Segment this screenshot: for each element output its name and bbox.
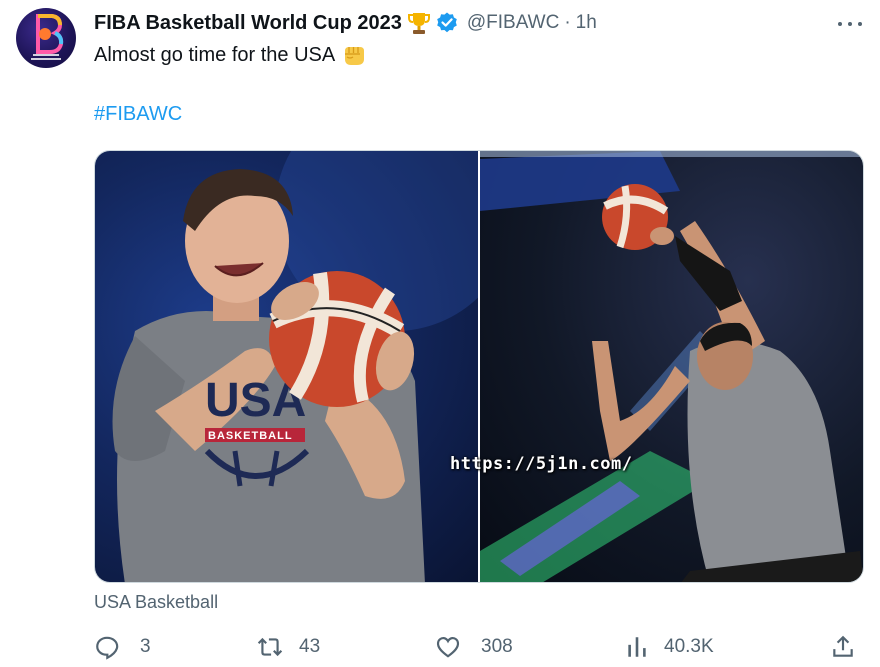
tweet-timestamp[interactable]: 1h — [576, 12, 597, 34]
fiba-world-cup-logo — [31, 14, 64, 60]
share-icon — [833, 635, 853, 657]
player-shooting-image: USA BASKETBALL — [112, 151, 478, 582]
separator-dot: · — [564, 12, 571, 33]
trophy-icon — [407, 13, 430, 34]
views-chart-icon — [628, 637, 646, 657]
author-handle[interactable]: @FIBAWC — [467, 12, 559, 34]
like-button[interactable]: 308 — [435, 632, 513, 662]
retweet-count: 43 — [299, 636, 321, 657]
player-layup-image — [480, 151, 863, 582]
author-avatar[interactable] — [16, 8, 76, 68]
share-button[interactable] — [830, 632, 856, 662]
heart-icon — [436, 637, 460, 658]
hashtag-link[interactable]: #FIBAWC — [94, 103, 182, 126]
tweet-text: Almost go time for the USA — [94, 42, 367, 68]
author-display-name[interactable]: FIBA Basketball World Cup 2023 — [94, 12, 402, 35]
svg-text:BASKETBALL: BASKETBALL — [208, 430, 293, 442]
reply-count: 3 — [140, 636, 151, 657]
media-photo-left[interactable]: USA BASKETBALL — [95, 151, 478, 582]
verified-badge-icon — [437, 12, 457, 33]
oncoming-fist-icon — [345, 47, 365, 65]
like-count: 308 — [481, 636, 513, 657]
retweet-button[interactable]: 43 — [257, 632, 320, 662]
views-button[interactable]: 40.3K — [624, 632, 714, 662]
media-photo-right[interactable] — [480, 151, 863, 582]
media-source-label[interactable]: USA Basketball — [94, 592, 218, 613]
reply-button[interactable]: 3 — [94, 632, 151, 662]
tweet-media: USA BASKETBALL https://5j1n.com/ — [94, 150, 864, 583]
tweet-header: FIBA Basketball World Cup 2023 @FIBAWC ·… — [94, 10, 597, 36]
more-icon[interactable] — [838, 14, 862, 34]
retweet-icon — [257, 637, 283, 657]
tweet-action-bar: 3 43 308 40.3K — [94, 632, 864, 662]
tweet-text-body: Almost go time for the USA — [94, 43, 336, 66]
media-watermark: https://5j1n.com/ — [450, 454, 633, 474]
reply-icon — [96, 636, 119, 660]
views-count: 40.3K — [664, 636, 714, 657]
